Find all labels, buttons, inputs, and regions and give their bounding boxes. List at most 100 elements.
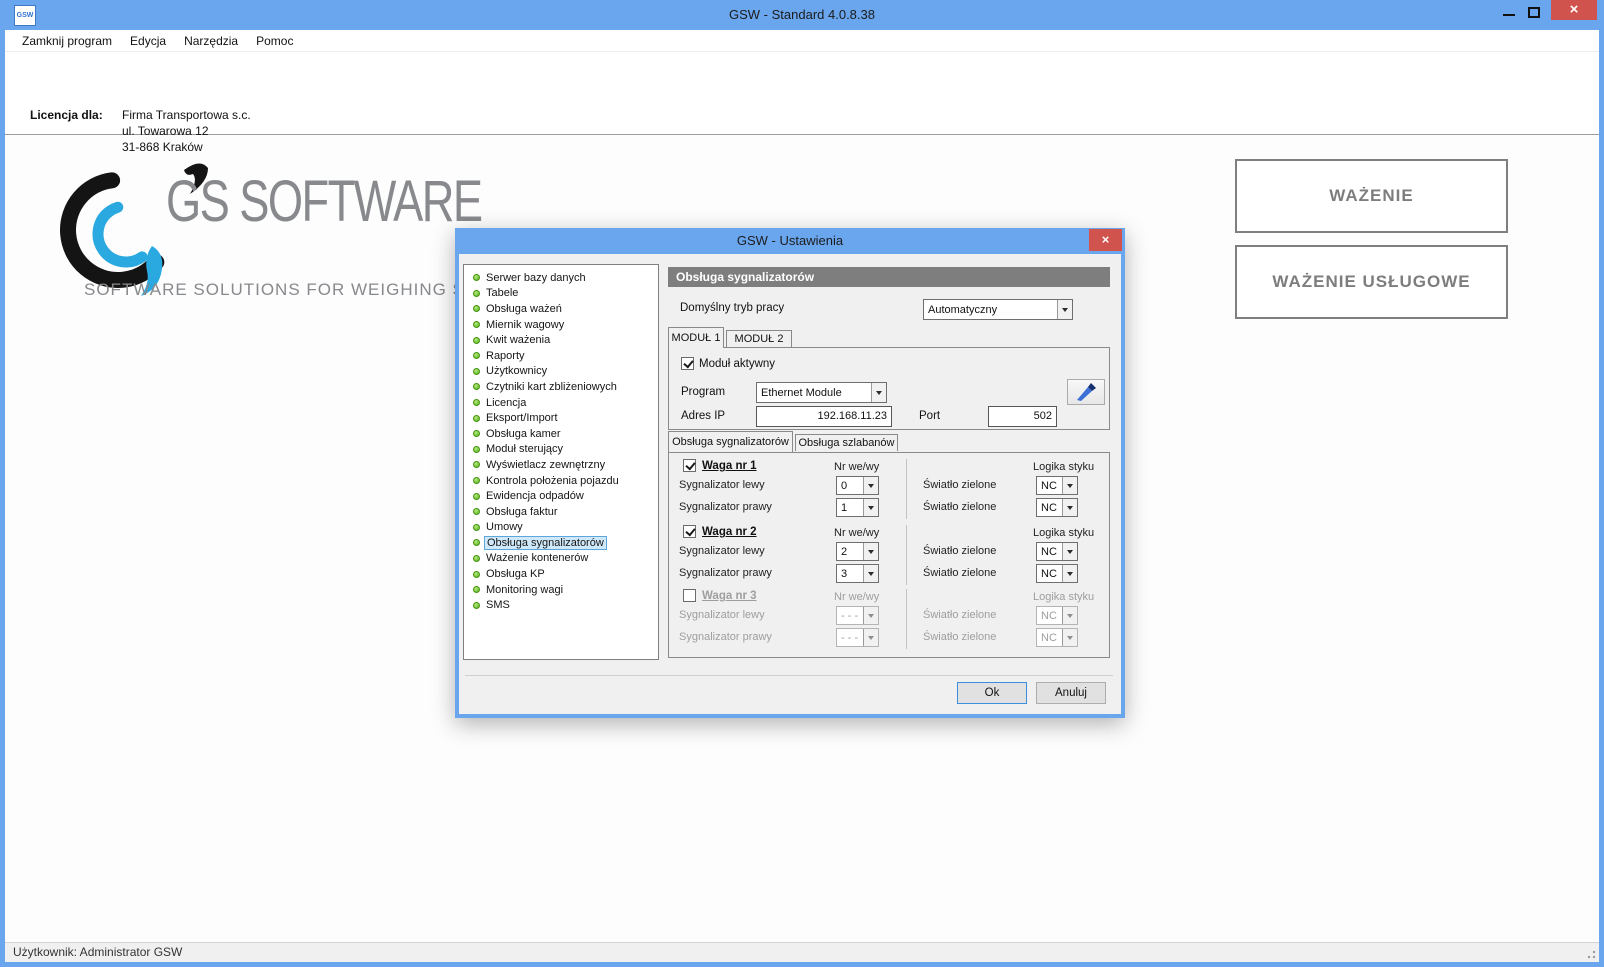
settings-list-item-label: Raporty	[486, 350, 525, 362]
default-mode-label: Domyślny tryb pracy	[680, 302, 784, 314]
chevron-down-icon[interactable]	[871, 383, 886, 402]
ok-button[interactable]: Ok	[957, 682, 1027, 704]
signal-right-io-select[interactable]: 3	[836, 564, 879, 583]
chevron-down-icon[interactable]	[863, 543, 878, 560]
settings-list-item-label: Ewidencja odpadów	[486, 490, 584, 502]
settings-list-item[interactable]: Czytniki kart zbliżeniowych	[464, 379, 658, 395]
dialog-title: GSW - Ustawienia	[455, 228, 1125, 254]
signal-left-logic-select[interactable]: NC	[1036, 476, 1078, 495]
settings-list-item[interactable]: Tabele	[464, 286, 658, 302]
tab-obsluga-sygnalizatorow[interactable]: Obsługa sygnalizatorów	[668, 431, 793, 452]
green-bullet-icon	[473, 446, 480, 453]
green-bullet-icon	[473, 321, 480, 328]
chevron-down-icon[interactable]	[863, 565, 878, 582]
chevron-down-icon[interactable]	[1062, 607, 1077, 624]
signal-right-io-select[interactable]: 1	[836, 498, 879, 517]
maximize-icon[interactable]	[1528, 7, 1540, 18]
signal-right-io-select[interactable]: - - -	[836, 628, 879, 647]
signal-right-label: Sygnalizator prawy	[679, 501, 772, 513]
tab-obsluga-szlabanow[interactable]: Obsługa szlabanów	[795, 434, 898, 451]
resize-grip[interactable]	[1586, 949, 1596, 959]
chevron-down-icon[interactable]	[1062, 629, 1077, 646]
signal-right-logic-select[interactable]: NC	[1036, 564, 1078, 583]
wazenie-uslugowe-button[interactable]: WAŻENIE USŁUGOWE	[1235, 245, 1508, 319]
settings-list-item[interactable]: Umowy	[464, 520, 658, 536]
signal-left-io-select[interactable]: 2	[836, 542, 879, 561]
module-active-checkbox[interactable]	[681, 357, 694, 370]
menu-narzedzia[interactable]: Narzędzia	[175, 31, 247, 51]
settings-list-item[interactable]: Ważenie kontenerów	[464, 551, 658, 567]
green-bullet-icon	[473, 430, 480, 437]
settings-list-item[interactable]: Ewidencja odpadów	[464, 488, 658, 504]
settings-list-item[interactable]: Licencja	[464, 395, 658, 411]
scale-group: Waga nr 3 Nr we/wy Logika styku Sygnaliz…	[669, 589, 1109, 651]
signal-left-io-select[interactable]: 0	[836, 476, 879, 495]
settings-list-item[interactable]: Obsługa faktur	[464, 504, 658, 520]
settings-list-item[interactable]: Obsługa ważeń	[464, 301, 658, 317]
program-select[interactable]: Ethernet Module	[756, 382, 887, 403]
signal-left-logic-select[interactable]: NC	[1036, 542, 1078, 561]
settings-list-item[interactable]: Kwit ważenia	[464, 332, 658, 348]
menu-pomoc[interactable]: Pomoc	[247, 31, 302, 51]
settings-list-item[interactable]: Moduł sterujący	[464, 442, 658, 458]
default-mode-select[interactable]: Automatyczny	[923, 299, 1073, 320]
signal-right-label: Sygnalizator prawy	[679, 567, 772, 579]
logic-column-header: Logika styku	[1033, 591, 1094, 603]
dialog-close-icon[interactable]: ×	[1089, 229, 1122, 251]
tab-modul-1[interactable]: MODUŁ 1	[668, 327, 724, 348]
connect-button[interactable]	[1067, 379, 1105, 405]
green-bullet-icon	[473, 539, 480, 546]
settings-list-item[interactable]: Wyświetlacz zewnętrzny	[464, 457, 658, 473]
menu-zamknij-program[interactable]: Zamknij program	[13, 31, 121, 51]
chevron-down-icon[interactable]	[1057, 300, 1072, 319]
settings-list-item-label: Serwer bazy danych	[486, 272, 586, 284]
settings-list-item-label: Ważenie kontenerów	[486, 552, 588, 564]
settings-list-item[interactable]: Obsługa sygnalizatorów	[464, 535, 658, 551]
scale-group: Waga nr 1 Nr we/wy Logika styku Sygnaliz…	[669, 459, 1109, 521]
minimize-icon[interactable]	[1503, 14, 1515, 16]
tab-modul-2[interactable]: MODUŁ 2	[726, 330, 792, 347]
chevron-down-icon[interactable]	[1062, 543, 1077, 560]
green-bullet-icon	[473, 399, 480, 406]
settings-list-item[interactable]: Obsługa KP	[464, 566, 658, 582]
scale-enabled-checkbox[interactable]	[683, 525, 696, 538]
settings-list-item[interactable]: Miernik wagowy	[464, 317, 658, 333]
status-bar: Użytkownik: Administrator GSW	[5, 942, 1599, 962]
signal-left-label: Sygnalizator lewy	[679, 479, 765, 491]
signal-left-label: Sygnalizator lewy	[679, 609, 765, 621]
wazenie-button[interactable]: WAŻENIE	[1235, 159, 1508, 233]
column-divider	[906, 525, 907, 585]
settings-list-item[interactable]: Serwer bazy danych	[464, 270, 658, 286]
scale-enabled-checkbox[interactable]	[683, 459, 696, 472]
settings-list-item[interactable]: SMS	[464, 597, 658, 613]
settings-list-item[interactable]: Kontrola położenia pojazdu	[464, 473, 658, 489]
chevron-down-icon[interactable]	[863, 499, 878, 516]
settings-list-item[interactable]: Monitoring wagi	[464, 582, 658, 598]
settings-list-item-label: Monitoring wagi	[486, 584, 563, 596]
chevron-down-icon[interactable]	[863, 629, 878, 646]
chevron-down-icon[interactable]	[863, 607, 878, 624]
main-window: GSW GSW - Standard 4.0.8.38 × Zamknij pr…	[0, 0, 1604, 967]
signal-right-logic-select[interactable]: NC	[1036, 498, 1078, 517]
close-icon[interactable]: ×	[1551, 0, 1597, 20]
menu-edycja[interactable]: Edycja	[121, 31, 175, 51]
settings-list-item[interactable]: Użytkownicy	[464, 364, 658, 380]
settings-list-item[interactable]: Obsługa kamer	[464, 426, 658, 442]
chevron-down-icon[interactable]	[863, 477, 878, 494]
cancel-button[interactable]: Anuluj	[1036, 682, 1106, 704]
license-label: Licencja dla:	[30, 108, 103, 122]
settings-list-item[interactable]: Raporty	[464, 348, 658, 364]
signal-right-logic-select[interactable]: NC	[1036, 628, 1078, 647]
scale-group: Waga nr 2 Nr we/wy Logika styku Sygnaliz…	[669, 525, 1109, 587]
ip-input[interactable]: 192.168.11.23	[756, 406, 892, 427]
license-company: Firma Transportowa s.c.	[122, 108, 251, 122]
chevron-down-icon[interactable]	[1062, 477, 1077, 494]
chevron-down-icon[interactable]	[1062, 565, 1077, 582]
settings-list-item[interactable]: Eksport/Import	[464, 410, 658, 426]
chevron-down-icon[interactable]	[1062, 499, 1077, 516]
signal-left-io-select[interactable]: - - -	[836, 606, 879, 625]
signal-left-logic-select[interactable]: NC	[1036, 606, 1078, 625]
green-bullet-icon	[473, 290, 480, 297]
port-input[interactable]: 502	[988, 406, 1057, 427]
scale-enabled-checkbox[interactable]	[683, 589, 696, 602]
